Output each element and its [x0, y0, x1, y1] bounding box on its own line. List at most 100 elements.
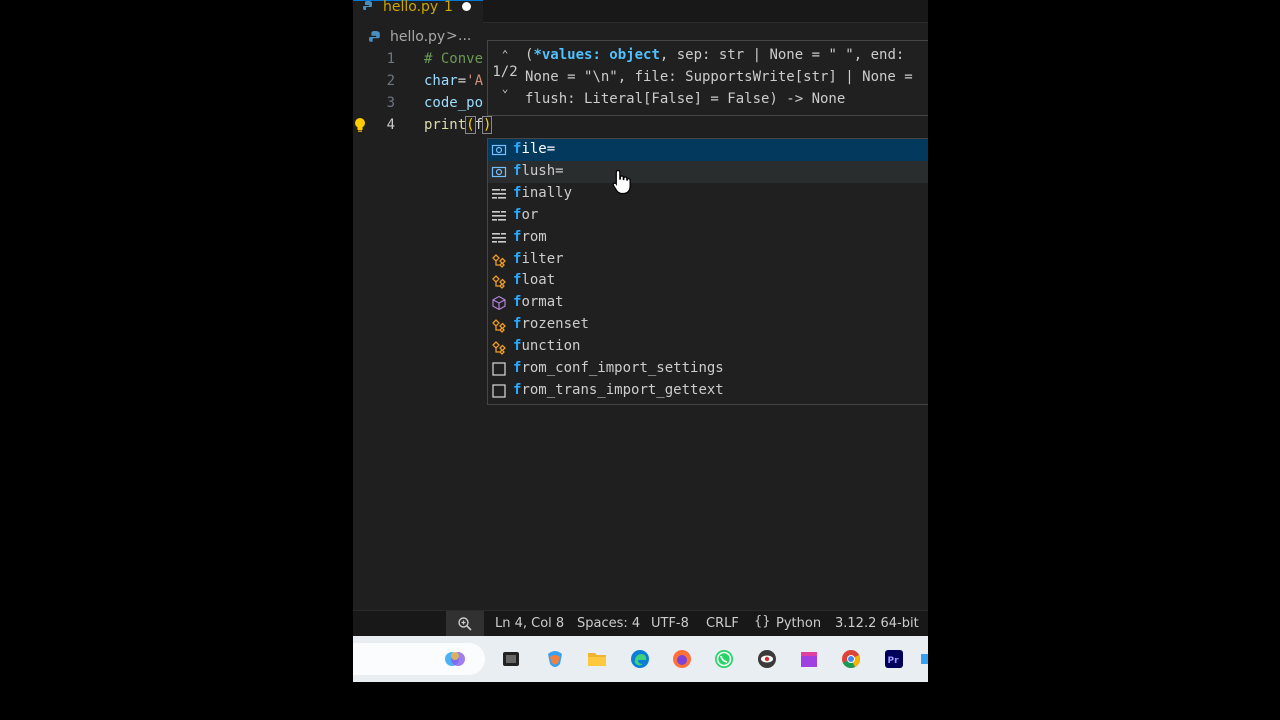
code-line-3[interactable]: code_po	[424, 95, 483, 111]
suggestion-rest: inally	[521, 184, 573, 201]
module-icon	[491, 383, 507, 399]
code-bracket-close: )	[481, 116, 493, 134]
file-explorer-icon[interactable]	[586, 648, 608, 670]
suggestion-label: for	[513, 207, 538, 223]
line-number: 3	[386, 95, 395, 111]
copilot-icon[interactable]	[444, 648, 466, 670]
code-line-1[interactable]: # Conve	[424, 51, 483, 67]
suggestion-rest: rozenset	[521, 316, 589, 333]
tab-bar: hello.py 1	[353, 0, 928, 23]
suggestion-item[interactable]: flush=	[488, 160, 928, 183]
copilot-app-icon[interactable]	[544, 648, 566, 670]
chevron-down-icon[interactable]: ⌄	[490, 81, 520, 97]
keyword-icon	[491, 208, 507, 224]
suggestion-item[interactable]: format	[488, 292, 928, 314]
overload-count: 1/2	[492, 64, 518, 80]
signature-help-popup: ⌃ 1/2 ⌄ (*values: object, sep: str | Non…	[487, 40, 928, 116]
windows-taskbar: Pr	[353, 636, 928, 682]
suggestion-rest: unction	[521, 338, 581, 355]
method-icon	[491, 295, 507, 311]
tab-hello-py[interactable]: hello.py 1	[353, 0, 483, 23]
suggestion-label: frozenset	[513, 316, 589, 332]
suggestion-label: flush=	[513, 163, 564, 179]
suggestion-label: from_trans_import_gettext	[513, 382, 724, 398]
class-icon	[491, 317, 507, 334]
suggestion-rest: loat	[521, 272, 556, 289]
python-interpreter[interactable]: 3.12.2 64-bit	[835, 616, 919, 631]
suggestion-item[interactable]: from_conf_import_settings	[488, 358, 928, 380]
breadcrumb-more[interactable]: ...	[458, 28, 471, 44]
line-ending[interactable]: CRLF	[706, 616, 739, 631]
suggestion-item[interactable]: finally	[488, 183, 928, 205]
module-icon	[491, 361, 507, 377]
line-number: 2	[386, 73, 395, 89]
suggestion-label: finally	[513, 185, 572, 201]
python-file-icon	[363, 1, 372, 10]
tab-problem-count: 1	[444, 0, 453, 15]
suggestion-rest: rom_conf_import_settings	[521, 360, 724, 376]
breadcrumb-file[interactable]: hello.py	[390, 29, 445, 45]
encoding[interactable]: UTF-8	[651, 616, 689, 631]
language-mode[interactable]: Python	[776, 616, 821, 631]
suggestion-rest: ile=	[521, 141, 556, 157]
chevron-up-icon[interactable]: ⌃	[490, 47, 520, 63]
active-parameter: *values: object	[533, 47, 660, 63]
task-view-icon[interactable]	[500, 648, 522, 670]
suggestion-item[interactable]: function	[488, 336, 928, 358]
suggestion-label: float	[513, 272, 555, 288]
code-comment: # Conve	[424, 51, 484, 67]
signature-line-3: flush: Literal[False] = False) -> None	[525, 91, 846, 107]
suggestion-item[interactable]: for	[488, 205, 928, 227]
zoom-icon	[458, 617, 472, 631]
clapperboard-icon[interactable]	[798, 648, 820, 670]
suggestion-item[interactable]: file=	[488, 139, 928, 161]
line-number: 1	[386, 51, 395, 67]
cursor-position[interactable]: Ln 4, Col 8	[495, 616, 564, 631]
suggestion-item[interactable]: float	[488, 270, 928, 292]
svg-text:Pr: Pr	[888, 656, 900, 666]
unsaved-dot-icon[interactable]	[462, 2, 471, 11]
indentation[interactable]: Spaces: 4	[577, 616, 640, 631]
class-icon	[491, 339, 507, 356]
premiere-pro-icon[interactable]: Pr	[883, 648, 905, 670]
zoom-button[interactable]	[446, 611, 484, 637]
suggestion-list: file= flush= finally for from filter float form…	[487, 138, 928, 405]
signature-text: (*values: object, sep: str | None = " ",…	[525, 44, 928, 110]
suggestion-item[interactable]: frozenset	[488, 314, 928, 336]
firefox-icon[interactable]	[671, 648, 693, 670]
keyword-icon	[491, 186, 507, 202]
suggestion-item[interactable]: from_trans_import_gettext	[488, 380, 928, 402]
hand-pointer-icon	[612, 169, 631, 195]
overload-navigator: ⌃ 1/2 ⌄	[490, 47, 520, 97]
lightbulb-icon[interactable]	[353, 117, 367, 133]
code-line-4[interactable]: print(f)	[424, 116, 493, 134]
eye-app-icon[interactable]	[756, 648, 778, 670]
tab-filename: hello.py	[383, 0, 439, 15]
suggestion-item[interactable]: filter	[488, 249, 928, 271]
chrome-icon[interactable]	[840, 648, 862, 670]
code-variable: char	[424, 73, 458, 89]
variable-icon	[491, 164, 507, 180]
code-string: 'A	[466, 73, 484, 89]
breadcrumb-separator: >	[446, 28, 458, 44]
code-bracket-open: (	[465, 116, 476, 134]
line-number-active: 4	[386, 117, 395, 133]
suggestion-rest: rom_trans_import_gettext	[521, 381, 724, 398]
code-line-2[interactable]: char='A	[424, 73, 483, 89]
suggestion-rest: rom	[521, 228, 547, 245]
python-file-icon	[369, 31, 380, 42]
signature-line-1: , sep: str | None = " ", end:	[659, 47, 905, 63]
braces-icon: {}	[754, 614, 771, 629]
code-operator: =	[457, 73, 467, 89]
status-bar: Ln 4, Col 8 Spaces: 4 UTF-8 CRLF {} Pyth…	[353, 610, 928, 637]
suggestion-rest: ormat	[521, 294, 564, 311]
edge-icon[interactable]	[629, 648, 651, 670]
suggestion-item[interactable]: from	[488, 227, 928, 249]
overflow-icon[interactable]	[919, 648, 928, 670]
code-argument: f	[474, 117, 484, 133]
variable-icon	[491, 142, 507, 158]
suggestion-label: function	[513, 338, 580, 354]
whatsapp-icon[interactable]	[713, 648, 735, 670]
code-function: print	[424, 117, 467, 133]
suggestion-label: from_conf_import_settings	[513, 360, 724, 376]
